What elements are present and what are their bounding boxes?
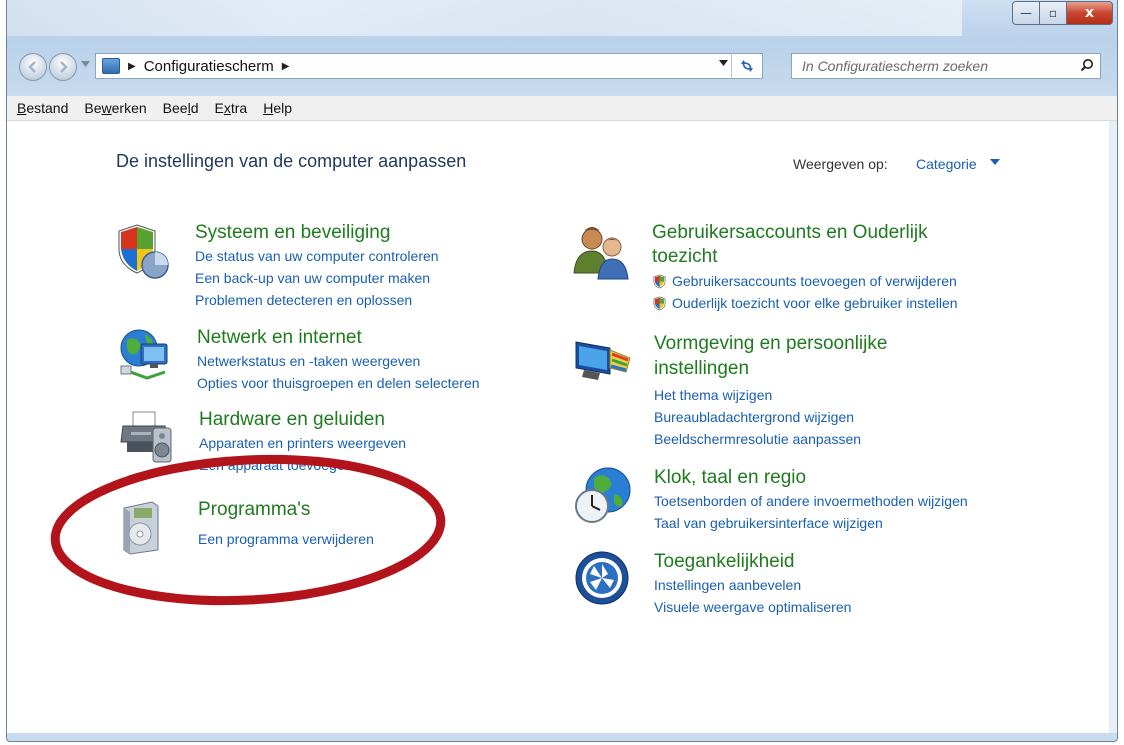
uac-shield-icon <box>653 274 666 289</box>
breadcrumb-separator-end[interactable]: ▶ <box>282 61 290 72</box>
search-input[interactable] <box>800 57 1074 75</box>
forward-button[interactable] <box>49 53 77 81</box>
category-links: Toetsenborden of andere invoermethoden w… <box>654 490 968 534</box>
category-links: Gebruikersaccounts toevoegen of verwijde… <box>652 270 958 314</box>
category-title[interactable]: Hardware en geluiden <box>199 408 385 432</box>
globe-network-icon <box>120 329 168 380</box>
address-bar[interactable]: ▶ Configuratiescherm ▶ <box>95 53 763 79</box>
menu-help[interactable]: Help <box>263 100 292 116</box>
task-link[interactable]: De status van uw computer controleren <box>195 245 439 267</box>
chevron-down-icon[interactable] <box>990 159 1000 165</box>
task-link[interactable]: Instellingen aanbevelen <box>654 574 851 596</box>
category-title[interactable]: Netwerk en internet <box>197 326 362 350</box>
category-links: Instellingen aanbevelen Visuele weergave… <box>654 574 851 618</box>
refresh-icon <box>741 60 753 72</box>
category-links: Het thema wijzigen Bureaubladachtergrond… <box>654 384 861 450</box>
close-button[interactable]: x <box>1067 1 1113 25</box>
accessibility-icon <box>575 551 629 605</box>
chevron-down-icon <box>81 61 90 67</box>
forward-arrow-icon <box>60 61 68 73</box>
minimize-button[interactable]: — <box>1012 1 1040 25</box>
page-title: De instellingen van de computer aanpasse… <box>116 151 467 171</box>
uac-shield-icon <box>653 296 666 311</box>
menu-extra[interactable]: Extra <box>215 100 248 116</box>
maximize-button[interactable]: ▫ <box>1040 1 1067 25</box>
category-title[interactable]: Toegankelijkheid <box>654 550 795 574</box>
navigation-bar: ▶ Configuratiescherm ▶ <box>7 50 1117 84</box>
window-controls: — ▫ x <box>1012 1 1113 25</box>
back-arrow-icon <box>28 61 36 73</box>
task-link[interactable]: Het thema wijzigen <box>654 384 861 406</box>
view-by-label: Weergeven op: <box>793 156 888 172</box>
right-edge-strip <box>1109 121 1117 733</box>
control-panel-content: De instellingen van de computer aanpasse… <box>7 121 1109 733</box>
task-link[interactable]: Beeldschermresolutie aanpassen <box>654 428 861 450</box>
task-link[interactable]: Opties voor thuisgroepen en delen select… <box>197 372 480 394</box>
menu-bar: Bestand Bewerken Beeld Extra Help <box>7 96 1117 121</box>
category-title[interactable]: Systeem en beveiliging <box>195 221 390 245</box>
breadcrumb-separator: ▶ <box>128 60 136 72</box>
category-title-line2[interactable]: toezicht <box>652 245 717 269</box>
category-title[interactable]: Vormgeving en persoonlijke <box>654 332 887 356</box>
explorer-window: — ▫ x ▶ Configuratiescherm ▶ In Configur… <box>6 0 1118 742</box>
task-link[interactable]: Bureaubladachtergrond wijzigen <box>654 406 861 428</box>
category-title[interactable]: Klok, taal en regio <box>654 466 806 490</box>
globe-clock-icon <box>575 467 631 523</box>
recent-pages-dropdown[interactable] <box>81 60 90 70</box>
breadcrumb-control-panel[interactable]: Configuratiescherm <box>144 58 274 75</box>
shield-chart-icon <box>118 224 169 279</box>
title-bar[interactable]: — ▫ x <box>7 0 1117 44</box>
category-links: De status van uw computer controleren Ee… <box>195 245 439 311</box>
annotation-ellipse <box>50 454 446 606</box>
back-button[interactable] <box>19 53 47 81</box>
task-link-admin[interactable]: Gebruikersaccounts toevoegen of verwijde… <box>652 270 958 292</box>
category-title[interactable]: Gebruikersaccounts en Ouderlijk <box>652 221 928 245</box>
task-link-admin[interactable]: Ouderlijk toezicht voor elke gebruiker i… <box>652 292 958 314</box>
menu-view[interactable]: Beeld <box>163 100 199 116</box>
task-link[interactable]: Visuele weergave optimaliseren <box>654 596 851 618</box>
chevron-down-icon <box>719 60 728 66</box>
users-icon <box>573 227 629 280</box>
task-link[interactable]: Een back-up van uw computer maken <box>195 267 439 289</box>
task-link[interactable]: Netwerkstatus en -taken weergeven <box>197 350 480 372</box>
monitor-paint-icon <box>575 341 631 380</box>
task-link[interactable]: Toetsenborden of andere invoermethoden w… <box>654 490 968 512</box>
search-box[interactable] <box>791 53 1101 79</box>
blurred-background-strip <box>7 0 962 36</box>
search-icon[interactable] <box>1080 58 1094 72</box>
category-title-line2[interactable]: instellingen <box>654 357 749 381</box>
view-by-dropdown[interactable]: Categorie <box>916 156 977 172</box>
control-panel-icon <box>102 58 120 74</box>
task-link[interactable]: Problemen detecteren en oplossen <box>195 289 439 311</box>
task-link[interactable]: Apparaten en printers weergeven <box>199 432 406 454</box>
refresh-button[interactable] <box>731 54 762 78</box>
menu-file[interactable]: Bestand <box>17 100 68 116</box>
category-links: Netwerkstatus en -taken weergeven Opties… <box>197 350 480 394</box>
menu-edit[interactable]: Bewerken <box>84 100 146 116</box>
address-dropdown[interactable] <box>719 58 728 69</box>
task-link[interactable]: Taal van gebruikersinterface wijzigen <box>654 512 968 534</box>
